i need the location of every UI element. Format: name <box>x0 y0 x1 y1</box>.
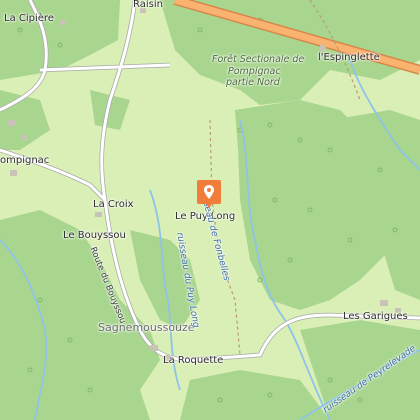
place-label-la-roquette: La Roquette <box>163 355 224 366</box>
place-label-raisin: Raisin <box>133 0 163 10</box>
location-pin-icon[interactable] <box>197 180 221 208</box>
forest-label-line2: Pompignac <box>228 66 281 77</box>
place-label-sagnemoussouze: Sagnemoussouze <box>98 321 195 334</box>
place-label-la-croix: La Croix <box>93 199 134 210</box>
map-view[interactable]: La Cipière Raisin l'Espinglette ompignac… <box>0 0 420 420</box>
place-label-pompignac: ompignac <box>0 155 50 166</box>
place-label-le-bouyssou: Le Bouyssou <box>63 230 126 241</box>
place-label-l-espinglette: l'Espinglette <box>318 52 380 63</box>
forest-label-line3: partie Nord <box>226 77 280 88</box>
place-label-les-garigues: Les Garigues <box>343 311 408 322</box>
forest-label-line1: Forêt Sectionale de <box>212 54 305 65</box>
place-label-la-cipiere: La Cipière <box>4 13 54 24</box>
